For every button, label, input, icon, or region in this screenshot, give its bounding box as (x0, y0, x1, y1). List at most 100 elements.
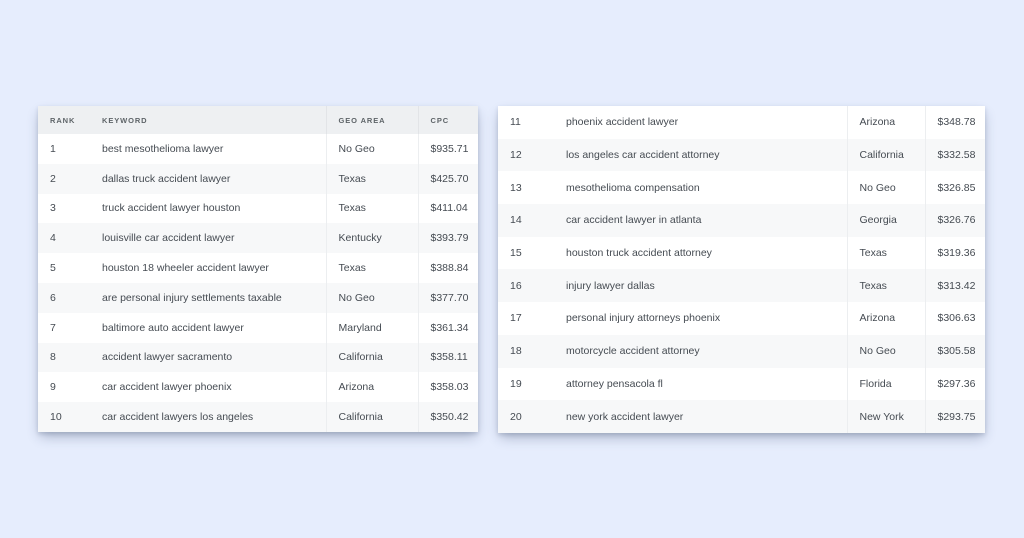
cell-keyword: car accident lawyers los angeles (90, 402, 326, 432)
cell-rank: 10 (38, 402, 90, 432)
cell-cpc: $358.11 (417, 342, 478, 373)
cell-geo: No Geo (846, 334, 925, 368)
cell-cpc: $313.42 (924, 269, 985, 303)
cell-keyword: attorney pensacola fl (554, 367, 847, 401)
cell-rank: 2 (38, 163, 90, 194)
table-row[interactable]: 5 houston 18 wheeler accident lawyer Texas… (38, 253, 478, 283)
table-row[interactable]: 7 baltimore auto accident lawyer Maryland $… (38, 312, 478, 343)
cell-geo: Florida (846, 367, 925, 401)
cell-cpc: $293.75 (924, 400, 985, 433)
cell-keyword: dallas truck accident lawyer (90, 163, 326, 194)
table-row[interactable]: 15 houston truck accident attorney Texas $3… (498, 236, 985, 270)
keywords-table-left: RANK KEYWORD GEO AREA CPC 1 best mesothel… (38, 106, 478, 432)
table-row[interactable]: 14 car accident lawyer in atlanta Georgia $… (498, 204, 985, 237)
table-row[interactable]: 13 mesothelioma compensation No Geo $326.85 (498, 171, 985, 205)
cell-keyword: car accident lawyer phoenix (90, 372, 326, 403)
column-header-keyword[interactable]: KEYWORD (90, 106, 326, 134)
cell-rank: 7 (38, 312, 90, 343)
cell-rank: 20 (498, 400, 554, 433)
cell-keyword: best mesothelioma lawyer (90, 134, 326, 164)
cell-geo: California (325, 402, 418, 432)
table-row[interactable]: 20 new york accident lawyer New York $293.7… (498, 400, 985, 433)
cell-keyword: louisville car accident lawyer (90, 223, 326, 254)
cell-rank: 12 (498, 138, 554, 172)
cell-geo: California (846, 138, 925, 172)
cell-cpc: $935.71 (417, 134, 478, 164)
cell-geo: Texas (325, 253, 418, 283)
table-row[interactable]: 11 phoenix accident lawyer Arizona $348.78 (498, 106, 985, 139)
cell-rank: 16 (498, 269, 554, 303)
table-row[interactable]: 2 dallas truck accident lawyer Texas $425.7… (38, 163, 478, 194)
cell-rank: 6 (38, 282, 90, 313)
cell-cpc: $319.36 (924, 236, 985, 270)
cell-keyword: accident lawyer sacramento (90, 342, 326, 373)
cell-geo: Texas (325, 193, 418, 224)
cell-cpc: $388.84 (417, 253, 478, 283)
cell-keyword: truck accident lawyer houston (90, 193, 326, 224)
cell-keyword: car accident lawyer in atlanta (554, 204, 847, 237)
table-row[interactable]: 10 car accident lawyers los angeles Califo… (38, 402, 478, 432)
cell-cpc: $326.76 (924, 204, 985, 237)
cell-geo: New York (846, 400, 925, 433)
cell-rank: 1 (38, 134, 90, 164)
cell-rank: 14 (498, 204, 554, 237)
table-header-row: RANK KEYWORD GEO AREA CPC (38, 106, 478, 134)
table-row[interactable]: 12 los angeles car accident attorney Calif… (498, 138, 985, 172)
cell-geo: Arizona (846, 106, 925, 139)
cell-geo: California (325, 342, 418, 373)
cell-keyword: houston truck accident attorney (554, 236, 847, 270)
table-row[interactable]: 6 are personal injury settlements taxable… (38, 282, 478, 313)
cell-keyword: are personal injury settlements taxable (90, 282, 326, 313)
table-row[interactable]: 17 personal injury attorneys phoenix Arizo… (498, 302, 985, 335)
cell-cpc: $425.70 (417, 163, 478, 194)
cell-rank: 18 (498, 334, 554, 368)
cell-rank: 8 (38, 342, 90, 373)
cell-cpc: $377.70 (417, 282, 478, 313)
table-row[interactable]: 8 accident lawyer sacramento California $35… (38, 342, 478, 373)
cell-geo: Kentucky (325, 223, 418, 254)
cell-keyword: baltimore auto accident lawyer (90, 312, 326, 343)
cell-geo: No Geo (325, 282, 418, 313)
cell-rank: 4 (38, 223, 90, 254)
keywords-table-card-left: RANK KEYWORD GEO AREA CPC 1 best mesothel… (38, 106, 478, 432)
cell-cpc: $326.85 (924, 171, 985, 205)
cell-geo: Arizona (846, 302, 925, 335)
table-row[interactable]: 3 truck accident lawyer houston Texas $411.… (38, 193, 478, 224)
cell-cpc: $297.36 (924, 367, 985, 401)
cell-cpc: $332.58 (924, 138, 985, 172)
cell-cpc: $305.58 (924, 334, 985, 368)
cell-rank: 17 (498, 302, 554, 335)
table-row[interactable]: 16 injury lawyer dallas Texas $313.42 (498, 269, 985, 303)
table-body-left: 1 best mesothelioma lawyer No Geo $935.71 2 d… (38, 134, 478, 432)
cell-rank: 13 (498, 171, 554, 205)
cell-geo: Texas (846, 236, 925, 270)
cell-rank: 3 (38, 193, 90, 224)
table-row[interactable]: 1 best mesothelioma lawyer No Geo $935.71 (38, 134, 478, 164)
cell-rank: 15 (498, 236, 554, 270)
cell-cpc: $350.42 (417, 402, 478, 432)
keywords-table-card-right: 11 phoenix accident lawyer Arizona $348.78 1… (498, 106, 985, 433)
column-header-cpc[interactable]: CPC (417, 106, 478, 134)
cell-keyword: injury lawyer dallas (554, 269, 847, 303)
cell-cpc: $361.34 (417, 312, 478, 343)
cell-geo: Texas (846, 269, 925, 303)
cell-cpc: $393.79 (417, 223, 478, 254)
table-row[interactable]: 18 motorcycle accident attorney No Geo $305… (498, 334, 985, 368)
cell-cpc: $411.04 (417, 193, 478, 224)
table-header-row-group: RANK KEYWORD GEO AREA CPC (38, 106, 478, 134)
cell-geo: Maryland (325, 312, 418, 343)
cell-cpc: $306.63 (924, 302, 985, 335)
table-row[interactable]: 19 attorney pensacola fl Florida $297.36 (498, 367, 985, 401)
cell-rank: 11 (498, 106, 554, 139)
cell-geo: Texas (325, 163, 418, 194)
cell-keyword: houston 18 wheeler accident lawyer (90, 253, 326, 283)
table-row[interactable]: 9 car accident lawyer phoenix Arizona $358.… (38, 372, 478, 403)
table-row[interactable]: 4 louisville car accident lawyer Kentucky $… (38, 223, 478, 254)
column-header-rank[interactable]: RANK (38, 106, 90, 134)
page-root: RANK KEYWORD GEO AREA CPC 1 best mesothel… (0, 0, 1024, 538)
cell-cpc: $358.03 (417, 372, 478, 403)
cell-geo: Arizona (325, 372, 418, 403)
column-header-geo-area[interactable]: GEO AREA (325, 106, 418, 134)
cell-keyword: new york accident lawyer (554, 400, 847, 433)
cell-rank: 19 (498, 367, 554, 401)
